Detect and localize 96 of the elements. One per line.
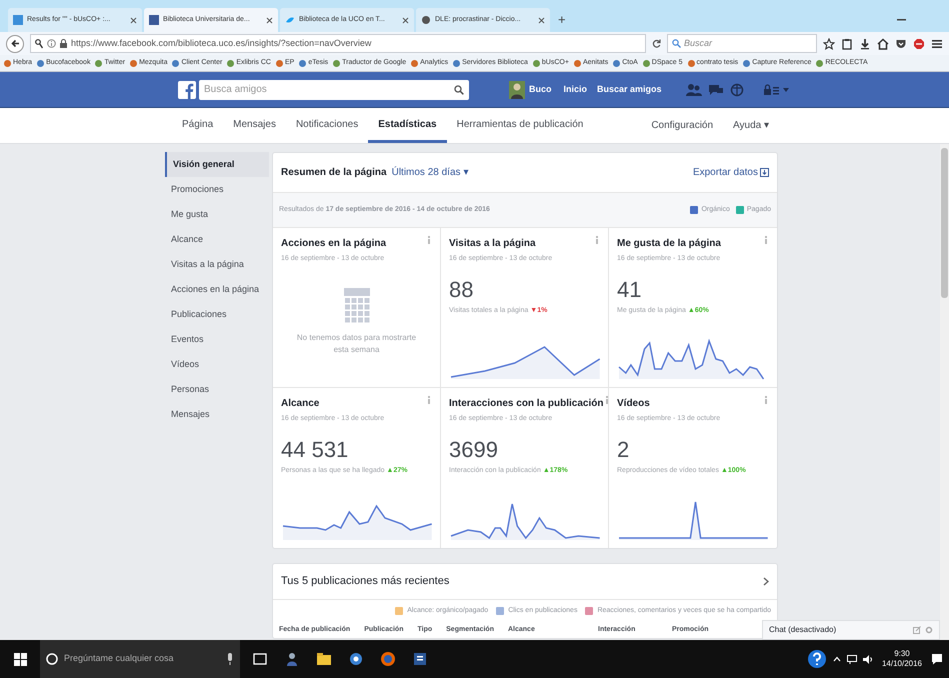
- card-title: Me gusta de la página: [617, 237, 721, 251]
- empty-message: No tenemos datos para mostrarte esta semana: [296, 332, 416, 356]
- facebook-logo-icon[interactable]: [178, 80, 196, 98]
- page-tab[interactable]: Página: [172, 108, 224, 143]
- search-icon: [672, 39, 681, 48]
- page-tab[interactable]: Mensajes: [223, 108, 286, 143]
- page-tab[interactable]: Herramientas de publicación: [446, 108, 594, 143]
- home-icon[interactable]: [877, 38, 889, 50]
- page-tab[interactable]: Estadísticas: [368, 108, 447, 143]
- panel-title: Tus 5 publicaciones más recientes: [281, 574, 450, 590]
- metric-value: 3699: [449, 436, 499, 462]
- card-title: Visitas a la página: [449, 237, 536, 251]
- user-name: Buco: [529, 82, 552, 96]
- card-title: Acciones en la página: [281, 237, 386, 251]
- network-icon[interactable]: [846, 654, 857, 664]
- panel-title: Resumen de la página: [281, 166, 387, 180]
- export-link[interactable]: Exportar datos: [692, 165, 769, 180]
- metric-value: 44 531: [281, 436, 350, 462]
- info-icon[interactable]: [47, 39, 56, 48]
- card-title: Alcance: [281, 397, 320, 411]
- document-icon[interactable]: [412, 651, 428, 667]
- favicon-icon: [285, 15, 295, 25]
- search-input[interactable]: Busca amigos: [204, 82, 454, 97]
- search-field[interactable]: Busca amigos: [199, 80, 469, 100]
- search-field[interactable]: Buscar: [667, 34, 817, 53]
- nav-link[interactable]: Inicio: [564, 82, 588, 96]
- star-icon[interactable]: [823, 38, 835, 50]
- calendar-icon: [342, 288, 372, 324]
- sidebar-item[interactable]: Visitas a la página: [165, 252, 269, 277]
- profile-link[interactable]: Buco: [507, 76, 554, 102]
- download-icon: [760, 168, 769, 177]
- friends-icon[interactable]: [686, 82, 702, 96]
- clipboard-icon[interactable]: [841, 38, 853, 50]
- lock-icon: [764, 84, 780, 96]
- sidebar-item[interactable]: Personas: [165, 377, 269, 402]
- card-title: Vídeos: [617, 397, 650, 411]
- clock-time: 9:30: [894, 649, 910, 659]
- download-icon[interactable]: [859, 38, 871, 50]
- chat-status: Chat (desactivado): [769, 624, 838, 636]
- metric-value: 2: [617, 436, 630, 462]
- back-button[interactable]: [6, 34, 24, 52]
- menu-link[interactable]: Ayuda ▾: [723, 108, 779, 143]
- metric-value: 88: [449, 276, 474, 302]
- privacy-menu-button[interactable]: [764, 84, 789, 96]
- sidebar-item[interactable]: Acciones en la página: [165, 277, 269, 302]
- search-input[interactable]: Pregúntame cualquier cosa: [64, 652, 220, 666]
- menu-link[interactable]: Configuración: [641, 108, 724, 143]
- clock[interactable]: 9:30 14/10/2016: [878, 649, 925, 669]
- sidebar-item[interactable]: Me gusta: [165, 202, 269, 227]
- favicon-icon: [149, 15, 159, 25]
- close-icon[interactable]: [266, 16, 273, 24]
- sidebar-item[interactable]: Vídeos: [165, 352, 269, 377]
- close-icon[interactable]: [130, 16, 137, 24]
- nav-link[interactable]: Buscar amigos: [597, 82, 662, 96]
- search-field[interactable]: Pregúntame cualquier cosa: [40, 640, 240, 678]
- microphone-icon[interactable]: [226, 653, 234, 665]
- chevron-right-icon[interactable]: [763, 577, 769, 586]
- help-icon[interactable]: [806, 649, 827, 669]
- minimize-icon: [896, 19, 906, 21]
- search-icon[interactable]: [454, 84, 464, 94]
- metric-value: 41: [617, 276, 642, 302]
- task-view-icon[interactable]: [252, 651, 268, 667]
- stop-sign-icon[interactable]: [913, 38, 925, 50]
- back-arrow-icon: [10, 39, 20, 48]
- avatar-icon: [509, 80, 525, 98]
- chevron-up-icon[interactable]: [832, 656, 841, 662]
- figure-icon[interactable]: [284, 651, 300, 667]
- url-text: https://www.facebook.com/biblioteca.uco.es/insights/?section=navOverview: [71, 36, 372, 50]
- search-input[interactable]: Buscar: [684, 36, 804, 50]
- sidebar-item[interactable]: Eventos: [165, 327, 269, 352]
- favicon-icon: [421, 15, 431, 25]
- reload-icon[interactable]: [652, 39, 661, 48]
- new-tab-button[interactable]: +: [552, 8, 572, 32]
- card-title: Interacciones con la publicación: [449, 397, 604, 411]
- sidebar-item[interactable]: Publicaciones: [165, 302, 269, 327]
- notification-icon[interactable]: [931, 653, 943, 665]
- close-icon[interactable]: [538, 16, 545, 24]
- sidebar-item[interactable]: Alcance: [165, 227, 269, 252]
- scrollbar[interactable]: [940, 144, 949, 640]
- speaker-icon[interactable]: [862, 654, 873, 664]
- menu-icon[interactable]: [931, 38, 943, 50]
- pocket-icon[interactable]: [895, 38, 907, 50]
- messages-icon[interactable]: [708, 82, 724, 96]
- sidebar-item[interactable]: Mensajes: [165, 402, 269, 427]
- period-dropdown[interactable]: Últimos 28 días ▾: [392, 165, 468, 180]
- close-icon[interactable]: [402, 16, 409, 24]
- sidebar-item[interactable]: Visión general: [165, 152, 269, 177]
- favicon-icon: [13, 15, 23, 25]
- caret-icon: [782, 88, 789, 92]
- sidebar-item[interactable]: Promociones: [165, 177, 269, 202]
- clock-date: 14/10/2016: [882, 659, 922, 669]
- address-bar[interactable]: https://www.facebook.com/biblioteca.uco.es/insights/?section=navOverview: [30, 34, 646, 53]
- folder-icon[interactable]: [316, 651, 332, 667]
- lock-icon: [60, 39, 67, 48]
- globe-icon[interactable]: [730, 82, 746, 96]
- page-tab[interactable]: Notificaciones: [286, 108, 368, 143]
